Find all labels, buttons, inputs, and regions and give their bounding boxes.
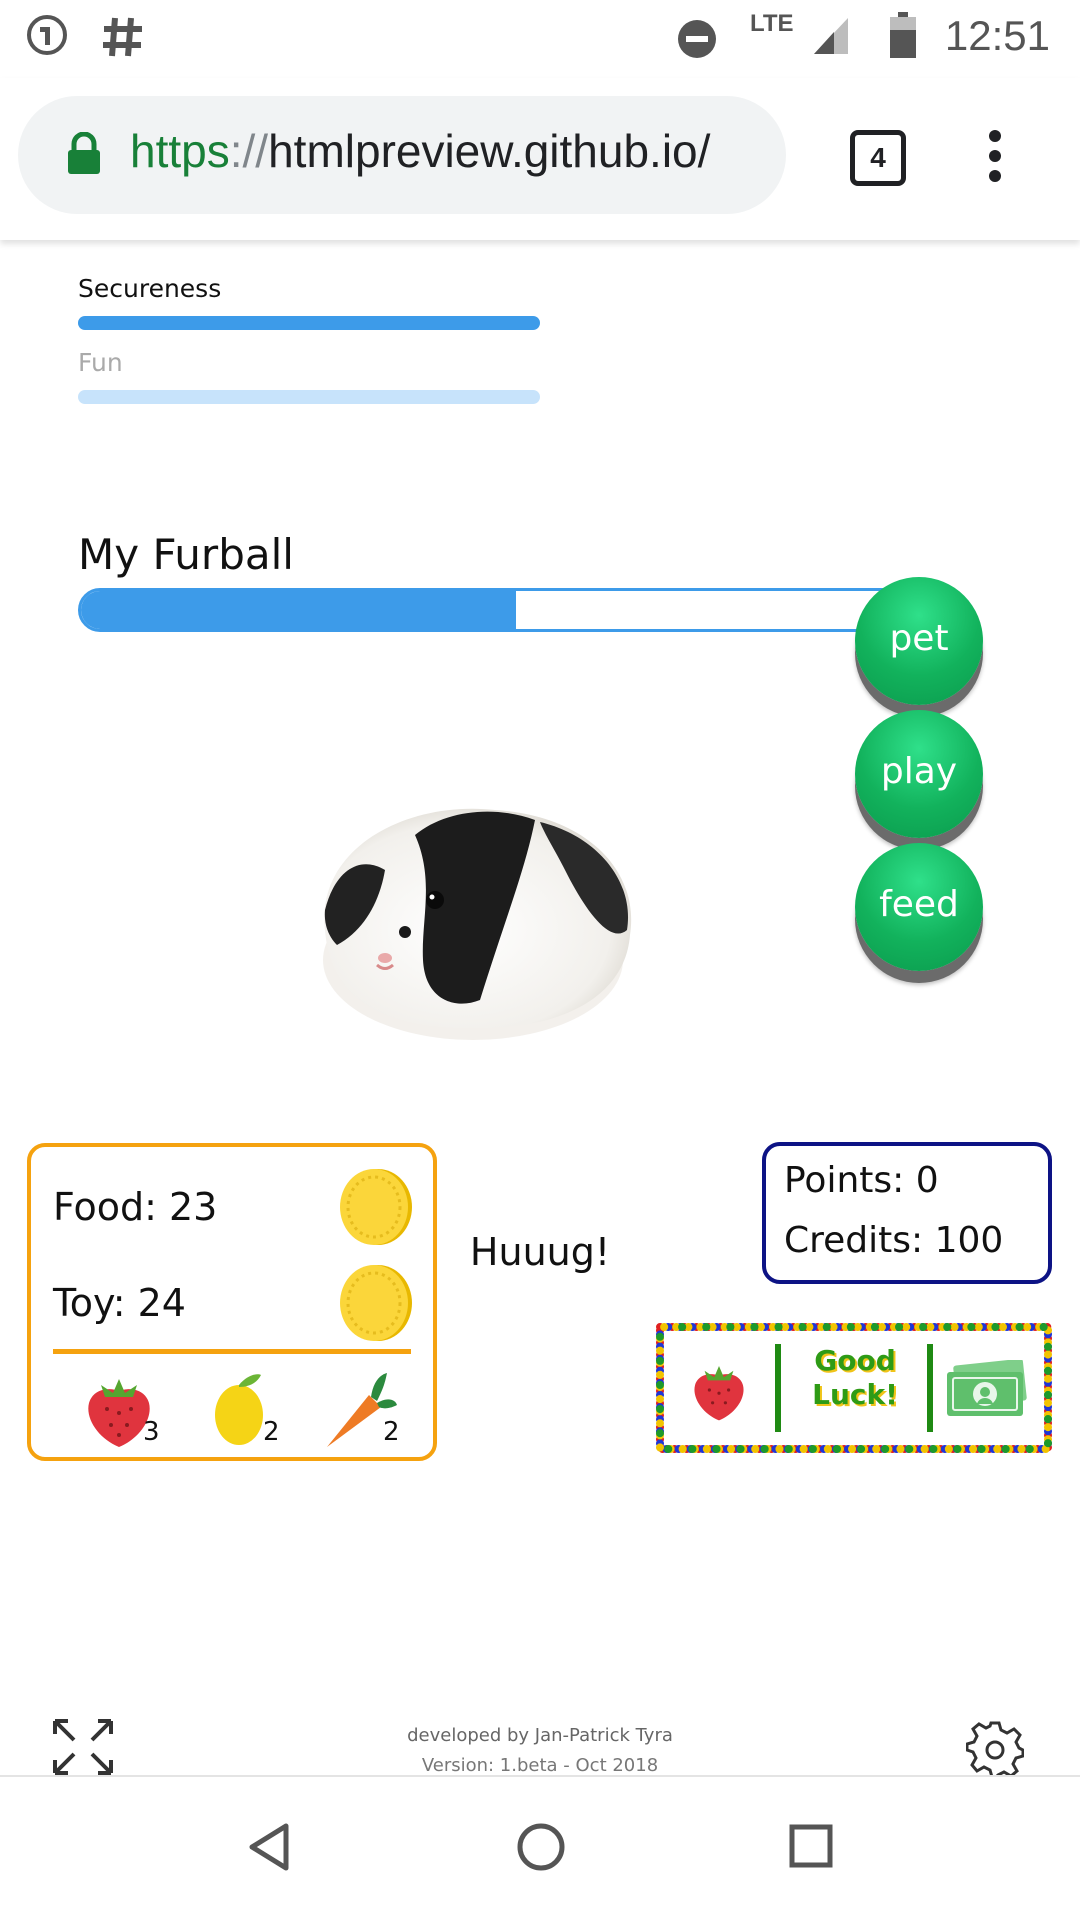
pet-name: My Furball — [78, 530, 294, 579]
developer-credit: developed by Jan-Patrick Tyra — [407, 1725, 673, 1746]
coin-icon[interactable] — [336, 1263, 414, 1343]
money-icon — [947, 1360, 1027, 1416]
lock-icon — [68, 132, 100, 174]
browser-toolbar: https://htmlpreview.github.io/ 4 — [0, 78, 1080, 240]
pet-button[interactable]: pet — [855, 577, 983, 705]
menu-dot — [989, 150, 1001, 162]
fun-bar — [78, 390, 540, 404]
recents-icon[interactable] — [788, 1823, 834, 1869]
menu-dot — [989, 170, 1001, 182]
fun-label: Fun — [78, 348, 123, 377]
strawberry-count: 3 — [143, 1417, 160, 1447]
credits-value: Credits: 100 — [784, 1220, 1004, 1261]
lemon-count: 2 — [263, 1417, 280, 1447]
url-separator: :// — [229, 125, 269, 177]
coin-icon[interactable] — [336, 1167, 414, 1247]
app-notification-icon — [27, 15, 67, 55]
menu-dot — [989, 130, 1001, 142]
feed-button[interactable]: feed — [855, 843, 983, 971]
score-panel: Points: 0 Credits: 100 — [762, 1142, 1052, 1284]
play-button[interactable]: play — [855, 710, 983, 838]
carrot-count: 2 — [383, 1417, 400, 1447]
good-luck-line2: Luck! — [812, 1378, 898, 1411]
url-bar[interactable]: https://htmlpreview.github.io/ — [18, 96, 786, 214]
luck-separator — [927, 1344, 933, 1432]
page-content: Secureness Fun My Furball pet play feed … — [0, 240, 1080, 1778]
secureness-label: Secureness — [78, 274, 222, 303]
url-text[interactable]: https://htmlpreview.github.io/ — [130, 124, 770, 178]
battery-icon — [890, 12, 916, 58]
tab-switcher-button[interactable]: 4 — [850, 130, 906, 186]
signal-icon — [814, 18, 848, 54]
home-icon[interactable] — [516, 1822, 566, 1872]
guinea-pig-image — [323, 808, 632, 1040]
hash-icon — [103, 17, 142, 57]
clock: 12:51 — [944, 12, 1050, 59]
url-host: htmlpreview.github.io/ — [268, 125, 711, 177]
good-luck-line1: Good — [814, 1344, 896, 1377]
gear-icon[interactable] — [966, 1720, 1024, 1778]
toy-counter: Toy: 24 — [53, 1281, 186, 1325]
pet-progress-fill — [81, 591, 516, 629]
secureness-bar — [78, 316, 540, 330]
strawberry-icon — [694, 1366, 744, 1421]
do-not-disturb-icon — [678, 20, 716, 58]
system-nav-bar — [0, 1775, 1080, 1922]
luck-separator — [775, 1344, 781, 1432]
good-luck-text: Good Luck! — [805, 1344, 905, 1412]
network-type: LTE — [750, 10, 794, 37]
points-value: Points: 0 — [784, 1160, 939, 1201]
url-scheme: https — [130, 125, 230, 177]
back-icon[interactable] — [246, 1822, 290, 1872]
good-luck-panel[interactable]: Good Luck! — [655, 1322, 1053, 1454]
inventory-panel: Food: 23 Toy: 24 3 2 2 — [27, 1143, 437, 1461]
status-bar: LTE 12:51 — [0, 0, 1080, 78]
more-menu-button[interactable] — [985, 130, 1005, 186]
version-info: Version: 1.beta - Oct 2018 — [421, 1755, 659, 1776]
pet-progress-bar — [78, 588, 904, 632]
food-counter: Food: 23 — [53, 1185, 218, 1229]
inventory-divider — [53, 1349, 411, 1354]
